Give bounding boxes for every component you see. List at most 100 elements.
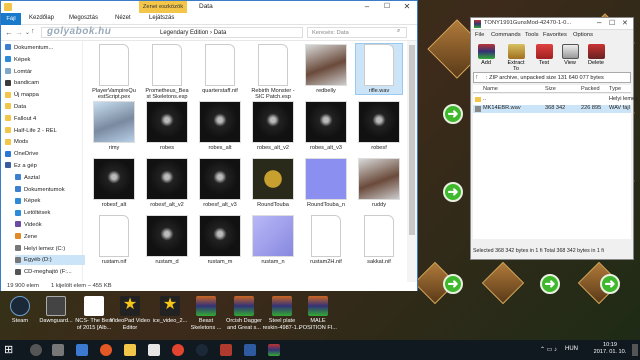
app-icon[interactable] [244, 344, 256, 356]
desktop-icon-videopad[interactable]: ★ VideoPad Video Editor [110, 296, 150, 331]
tab-file[interactable]: Fájl [1, 13, 21, 25]
file-item[interactable]: robesf_alt [91, 158, 137, 208]
file-item[interactable]: Rebirth Monster - SIC Patch.esp [250, 44, 296, 101]
file-item[interactable]: rustam_d [144, 215, 190, 265]
tray-icons[interactable]: ⌃ ▭ ♪ [540, 346, 557, 353]
desktop-icon-male-position[interactable]: MALE POSITION FI... [298, 296, 338, 331]
col-packed[interactable]: Packed [581, 86, 600, 92]
nav-item[interactable]: Dokumentumok [15, 185, 65, 195]
opera-icon[interactable] [100, 344, 112, 356]
nav-item[interactable]: Ez a gép [5, 161, 37, 171]
file-item[interactable]: rustam_m [197, 215, 243, 265]
file-item[interactable]: robesf_alt_v3 [197, 158, 243, 208]
winrar-icon[interactable] [268, 344, 280, 356]
file-item[interactable]: robes_alt_v3 [303, 101, 349, 151]
file-item[interactable]: PlayerVampireQuestScript.pex [91, 44, 137, 101]
edge-icon[interactable] [76, 344, 88, 356]
back-icon[interactable]: ← [5, 28, 13, 37]
view-button[interactable]: View [559, 44, 581, 66]
nav-item[interactable]: CD-meghajtó (F:... [15, 267, 72, 277]
search-input[interactable]: Keresés: Data [307, 27, 407, 38]
add-button[interactable]: Add [475, 44, 497, 66]
language-indicator[interactable]: HUN [565, 346, 578, 352]
file-item[interactable]: rifle.wav [355, 42, 403, 96]
desktop-icon-steam[interactable]: Steam [0, 296, 40, 325]
maximize-button[interactable]: ☐ [377, 1, 397, 13]
file-item[interactable]: sakkat.nif [356, 215, 402, 265]
close-button[interactable]: ✕ [397, 1, 417, 13]
col-type[interactable]: Type [609, 86, 621, 92]
folder-icon[interactable] [124, 344, 136, 356]
file-item[interactable]: rustam_n [250, 215, 296, 265]
nav-item[interactable]: Dokumentum... [5, 43, 53, 53]
menu-commands[interactable]: Commands [491, 32, 521, 38]
col-size[interactable]: Size [545, 86, 556, 92]
desktop-icon-ncs[interactable]: NCS- The Best of 2015 [Alb... [74, 296, 114, 331]
nav-item[interactable]: Fallout 4 [5, 114, 36, 124]
file-item[interactable]: rimy [91, 101, 137, 151]
nav-item[interactable]: Asztal [15, 173, 40, 183]
close-button[interactable]: ✕ [622, 19, 628, 27]
desktop-icon-orcish-dagger[interactable]: Orcish Dagger and Great s... [224, 296, 264, 331]
nav-item[interactable]: OneDrive [5, 149, 38, 159]
nav-item[interactable]: Képek [15, 196, 40, 206]
menu-tools[interactable]: Tools [525, 32, 539, 38]
file-item[interactable]: ruddy [356, 158, 402, 208]
nav-item[interactable]: Lomtár [5, 67, 32, 77]
tab-play[interactable]: Lejátszás [149, 15, 174, 21]
nav-item[interactable]: Képek [5, 55, 30, 65]
scrollbar-thumb[interactable] [409, 45, 415, 235]
desktop-icon-steel-plate[interactable]: Steel plate reskin-4987-1... [262, 296, 302, 331]
notification-icon[interactable] [632, 344, 638, 356]
start-button[interactable]: ⊞ [4, 344, 16, 356]
clock[interactable]: 10:19 2017. 01. 10. [590, 342, 630, 356]
nav-item[interactable]: Half-Life 2 - REL [5, 126, 57, 136]
desktop-icon-ice-video[interactable]: ★ ice_video_2... [150, 296, 190, 325]
tab-share[interactable]: Megosztás [69, 15, 98, 21]
file-item[interactable]: redbelly [303, 44, 349, 94]
chevron-down-icon[interactable]: ⌄ [25, 29, 30, 36]
col-name[interactable]: Name [483, 86, 498, 92]
forward-icon[interactable]: → [15, 28, 23, 37]
nav-item[interactable]: bandicam [5, 78, 39, 88]
test-button[interactable]: Test [533, 44, 555, 66]
extract-to-button[interactable]: Extract To [505, 44, 527, 72]
nav-item[interactable]: Új mappa [5, 90, 39, 100]
menu-favorites[interactable]: Favorites [543, 32, 567, 38]
table-row[interactable]: MK14EBR.wav 368 342 226 895 WAV fájl [473, 105, 631, 113]
file-item[interactable]: robesf [356, 101, 402, 151]
menu-file[interactable]: File [475, 32, 484, 38]
maximize-button[interactable]: ☐ [609, 19, 615, 27]
vertical-scrollbar[interactable] [407, 41, 417, 282]
file-item[interactable]: Prometheus_Beast Skeletons.esp [144, 44, 190, 101]
file-item[interactable]: robes_alt_v2 [250, 101, 296, 151]
desktop-icon-dawnguard[interactable]: Dawnguard... [36, 296, 76, 325]
app-icon[interactable] [220, 344, 232, 356]
delete-button[interactable]: Delete [585, 44, 607, 66]
file-item[interactable]: RoundTouba [250, 158, 296, 208]
tab-home[interactable]: Kezdőlap [29, 15, 54, 21]
archive-path-field[interactable]: : ZIP archive, unpacked size 131 640 077… [473, 72, 631, 83]
minimize-button[interactable]: – [357, 1, 377, 13]
chrome-icon[interactable] [172, 344, 184, 356]
search-icon[interactable] [30, 344, 42, 356]
nav-item[interactable]: Zene [15, 232, 37, 242]
file-item[interactable]: robes_alt [197, 101, 243, 151]
minimize-button[interactable]: – [597, 18, 601, 27]
table-row[interactable]: .. Helyi lemez [473, 96, 638, 104]
tab-view[interactable]: Nézet [115, 15, 131, 21]
desktop-icon-beast-skeletons[interactable]: Beast Skeletons ... [186, 296, 226, 331]
nav-item[interactable]: Mods [5, 137, 28, 147]
file-item[interactable]: robes [144, 101, 190, 151]
file-item[interactable]: robesf_alt_v2 [144, 158, 190, 208]
nav-item[interactable]: Egyéb (D:) [15, 255, 91, 266]
up-folder-icon[interactable]: ↑ [475, 74, 479, 81]
menu-options[interactable]: Options [573, 32, 593, 38]
nav-item[interactable]: Helyi lemez (C:) [15, 244, 65, 254]
nav-item[interactable]: Letöltések [15, 208, 50, 218]
steam-icon[interactable] [196, 344, 208, 356]
nav-item[interactable]: Videók [15, 220, 42, 230]
file-item[interactable]: quarterstaff.nif [197, 44, 243, 94]
file-item[interactable]: rustam2H.nif [303, 215, 349, 265]
task-view-icon[interactable] [52, 344, 64, 356]
